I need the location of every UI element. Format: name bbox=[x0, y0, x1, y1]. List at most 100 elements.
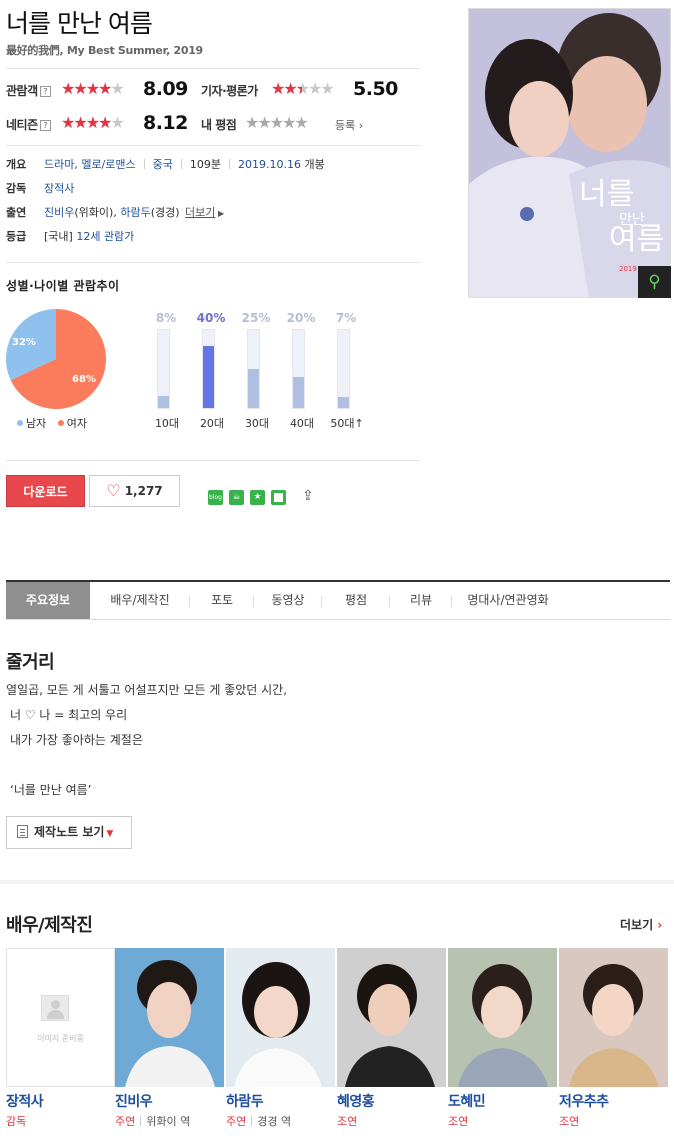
tab-label[interactable]: 포토 bbox=[211, 593, 233, 607]
cast-more-link[interactable]: 더보기 › bbox=[620, 916, 662, 933]
character-text: 위화이 역 bbox=[146, 1115, 191, 1128]
movie-title: 너를 만난 여름 bbox=[6, 9, 153, 38]
zoom-search-icon[interactable]: ⚲ bbox=[638, 266, 671, 298]
cast-role: (위화이), bbox=[74, 206, 117, 219]
cast-name-link[interactable]: 하람두 bbox=[226, 1091, 264, 1111]
cast-role: (경경) bbox=[150, 206, 180, 219]
blog-share-icon[interactable]: blog bbox=[208, 490, 223, 505]
tab-video[interactable]: 동영상 bbox=[254, 582, 322, 619]
tab-photo[interactable]: 포토 bbox=[190, 582, 254, 619]
audience-rating-label: 관람객? bbox=[6, 82, 51, 99]
synopsis-line: 내가 가장 좋아하는 계절은 bbox=[10, 733, 143, 747]
more-cast-link[interactable]: 더보기 bbox=[185, 206, 215, 219]
age-pct-label: 25% bbox=[241, 311, 271, 325]
help-icon[interactable]: ? bbox=[39, 120, 51, 131]
cast-photo[interactable] bbox=[337, 948, 446, 1087]
cast-name-link[interactable]: 진비우 bbox=[115, 1091, 153, 1111]
poster-title: 너를 bbox=[579, 177, 634, 212]
age-pct-label: 7% bbox=[335, 311, 357, 325]
caret-down-icon: ▼ bbox=[106, 829, 114, 839]
tab-label[interactable]: 평점 bbox=[345, 593, 367, 607]
cast-photo[interactable] bbox=[115, 948, 224, 1087]
help-icon[interactable]: ? bbox=[39, 86, 51, 97]
divider bbox=[6, 262, 420, 263]
square-share-icon[interactable] bbox=[271, 490, 286, 505]
critic-score: 5.50 bbox=[353, 78, 398, 100]
actor-photo-image bbox=[337, 948, 446, 1087]
my-rating-stars[interactable]: ★★★★★ bbox=[245, 115, 309, 131]
more-text[interactable]: 더보기 bbox=[620, 918, 653, 932]
cafe-share-icon[interactable]: ☕ bbox=[229, 490, 244, 505]
tab-label[interactable]: 동영상 bbox=[271, 593, 304, 607]
role-text: 주연 bbox=[226, 1115, 247, 1128]
divider bbox=[6, 145, 420, 146]
register-text[interactable]: 등록 bbox=[335, 119, 355, 132]
svg-text:만난: 만난 bbox=[619, 212, 645, 228]
rating-register-link[interactable]: 등록 › bbox=[335, 117, 363, 133]
release-date-link[interactable]: 2019.10.16 bbox=[238, 158, 301, 171]
tab-label[interactable]: 배우/제작진 bbox=[110, 593, 169, 607]
audience-stars: ★★★★★ bbox=[61, 79, 125, 98]
synopsis-line: 열일곱, 모든 게 서툴고 어설프지만 모든 게 좋았던 시간, bbox=[6, 683, 288, 697]
actor-photo-image bbox=[448, 948, 557, 1087]
age-pct-label: 20% bbox=[286, 311, 316, 325]
chevron-right-icon: › bbox=[358, 119, 364, 132]
role-text: 조연 bbox=[559, 1115, 580, 1128]
netizen-rating-label: 네티즌? bbox=[6, 116, 51, 133]
tab-main-info[interactable]: 주요정보 bbox=[6, 582, 90, 619]
cast-name-link[interactable]: 장적사 bbox=[6, 1091, 44, 1111]
role-text: 감독 bbox=[6, 1115, 27, 1128]
age-bar-track bbox=[202, 329, 215, 409]
cast-photo-placeholder[interactable]: 이미지 준비중 bbox=[6, 948, 115, 1087]
age-pct-label: 40% bbox=[196, 311, 226, 325]
movie-poster[interactable]: 너를 여름 만난 2019 bbox=[468, 8, 671, 298]
movie-subtitle: 最好的我們, My Best Summer, 2019 bbox=[6, 44, 203, 57]
genre-link[interactable]: 드라마, 멜로/로맨스 bbox=[44, 158, 136, 171]
cast-section-title: 배우/제작진 bbox=[6, 915, 93, 936]
cast-role: 조연 bbox=[448, 1113, 468, 1129]
cast-role: 주연 경경 역 bbox=[226, 1113, 291, 1129]
divider bbox=[6, 68, 420, 69]
gender-pie-chart: 32% 68% bbox=[6, 309, 106, 409]
star-share-icon[interactable]: ★ bbox=[250, 490, 265, 505]
cast-photo[interactable] bbox=[226, 948, 335, 1087]
age-bar-track bbox=[292, 329, 305, 409]
rating-link[interactable]: 12세 관람가 bbox=[76, 230, 134, 243]
age-bar bbox=[158, 396, 169, 408]
age-label: 10대 bbox=[154, 417, 180, 430]
audience-score: 8.09 bbox=[143, 78, 188, 100]
download-button[interactable]: 다운로드 bbox=[6, 475, 85, 507]
info-director: 감독 장적사 bbox=[6, 180, 74, 196]
tab-review[interactable]: 리뷰 bbox=[390, 582, 452, 619]
my-rating-label: 내 평점 bbox=[201, 118, 237, 132]
tab-label[interactable]: 리뷰 bbox=[410, 593, 432, 607]
cast-link[interactable]: 하람두 bbox=[120, 206, 150, 219]
like-button[interactable]: ♡ 1,277 bbox=[89, 475, 180, 507]
tab-rating[interactable]: 평점 bbox=[322, 582, 390, 619]
cast-photo[interactable] bbox=[448, 948, 557, 1087]
audience-label-text: 관람객 bbox=[6, 84, 38, 98]
share-icon[interactable]: ⇪ bbox=[302, 488, 314, 504]
tab-quotes[interactable]: 명대사/연관영화 bbox=[452, 582, 564, 619]
poster-year: 2019 bbox=[619, 265, 637, 273]
director-link[interactable]: 장적사 bbox=[44, 180, 74, 196]
cast-name-link[interactable]: 혜영홍 bbox=[337, 1091, 375, 1111]
cast-link[interactable]: 진비우 bbox=[44, 206, 74, 219]
tab-cast[interactable]: 배우/제작진 bbox=[90, 582, 190, 619]
male-pct: 32% bbox=[12, 337, 36, 348]
synopsis-line: ‘너를 만난 여름’ bbox=[10, 783, 92, 797]
production-note-button[interactable]: 제작노트 보기 ▼ bbox=[6, 816, 132, 849]
note-button-label[interactable]: 제작노트 보기 bbox=[34, 825, 104, 839]
male-dot-icon bbox=[17, 420, 23, 426]
cast-name-link[interactable]: 도혜민 bbox=[448, 1091, 486, 1111]
tab-bar: 주요정보 배우/제작진 포토 동영상 평점 리뷰 명대사/연관영화 bbox=[6, 580, 670, 620]
cast-photo[interactable] bbox=[559, 948, 668, 1087]
netizen-stars: ★★★★★ bbox=[61, 113, 125, 132]
info-key: 개요 bbox=[6, 158, 27, 171]
runtime: 109분 bbox=[189, 158, 222, 171]
cast-name-link[interactable]: 저우추추 bbox=[559, 1091, 609, 1111]
document-icon bbox=[17, 825, 28, 838]
synopsis-line: 너 ♡ 나 = 최고의 우리 bbox=[10, 708, 128, 722]
synopsis-title: 줄거리 bbox=[6, 652, 55, 673]
country-link[interactable]: 중국 bbox=[153, 158, 173, 171]
